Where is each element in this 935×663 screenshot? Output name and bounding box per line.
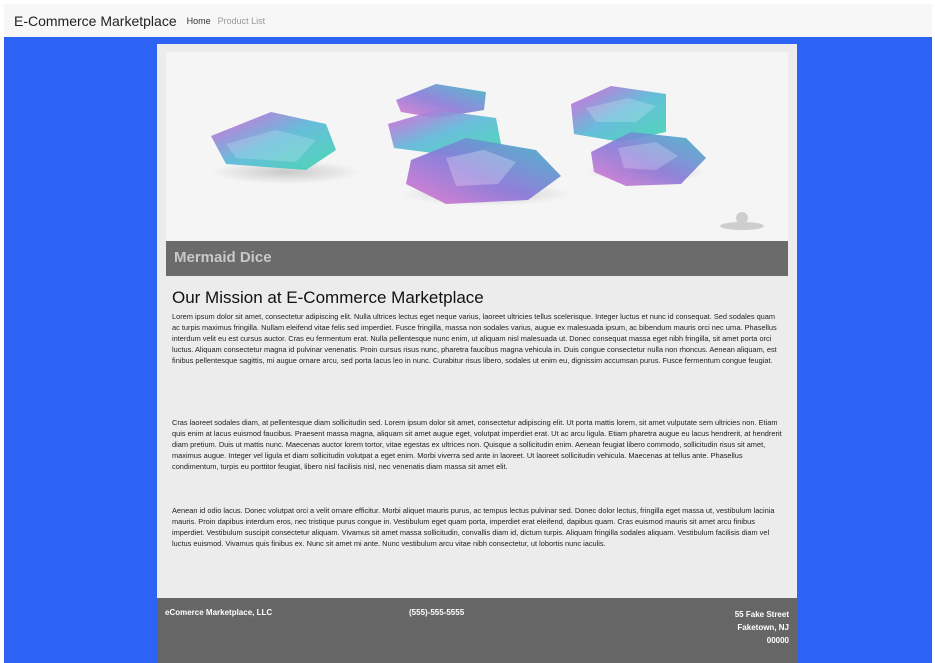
top-navbar: E-Commerce Marketplace Home Product List xyxy=(4,4,932,37)
footer-address-line1: 55 Fake Street xyxy=(734,610,789,619)
product-caption: Mermaid Dice xyxy=(174,249,272,266)
featured-product-image[interactable] xyxy=(166,52,788,241)
mission-paragraph-1: Lorem ipsum dolor sit amet, consectetur … xyxy=(172,312,777,365)
brand-link[interactable]: E-Commerce Marketplace xyxy=(14,13,177,29)
nav-link-product-list[interactable]: Product List xyxy=(218,16,266,26)
footer-phone: (555)-555-5555 xyxy=(409,608,465,617)
mission-paragraph-3: Aenean id odio lacus. Donec volutpat orc… xyxy=(172,506,775,548)
dice-illustration xyxy=(211,84,764,230)
footer-address-line3: 00000 xyxy=(766,636,789,645)
mission-paragraph-2: Cras laoreet sodales diam, at pellentesq… xyxy=(172,418,782,471)
site-footer: eComerce Marketplace, LLC (555)-555-5555… xyxy=(157,598,797,663)
mission-heading: Our Mission at E-Commerce Marketplace xyxy=(172,288,484,307)
content-panel: Mermaid Dice Our Mission at E-Commerce M… xyxy=(157,44,797,663)
page-frame: E-Commerce Marketplace Home Product List xyxy=(4,4,932,663)
footer-address-line2: Faketown, NJ xyxy=(737,623,789,632)
nav-link-home[interactable]: Home xyxy=(187,16,211,26)
product-caption-bar: Mermaid Dice xyxy=(166,241,788,276)
footer-address: 55 Fake Street Faketown, NJ 00000 xyxy=(735,608,789,647)
footer-company: eComerce Marketplace, LLC xyxy=(165,608,273,617)
